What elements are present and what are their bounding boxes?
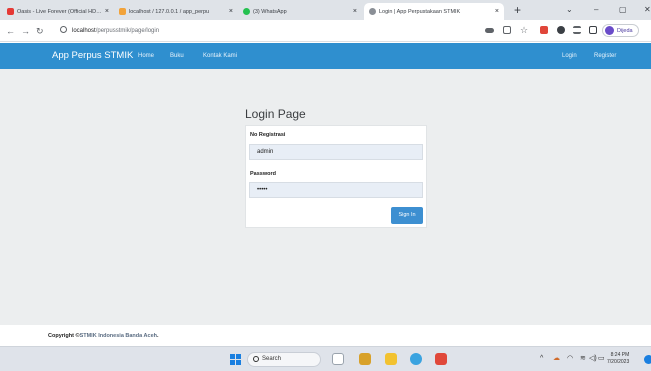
copyright-text: Copyright ©STMIK Indonesia Banda Aceh. [48, 332, 159, 340]
page-title: Login Page [245, 107, 306, 121]
close-icon[interactable]: × [105, 8, 109, 15]
username-label: No Registrasi [250, 132, 286, 138]
nav-kontak-kami[interactable]: Kontak Kami [203, 52, 237, 61]
copyright-suffix: . [156, 333, 159, 339]
close-icon[interactable]: × [495, 8, 499, 15]
profile-button[interactable]: Dijeda [602, 24, 639, 37]
taskbar-clock[interactable]: 8:24 PM 7/20/2023 [607, 352, 629, 366]
sync-icon[interactable]: ◠ [567, 354, 573, 364]
username-input[interactable]: admin [249, 144, 423, 160]
url-host: localhost [72, 28, 96, 34]
whatsapp-icon [243, 8, 250, 15]
nav-register[interactable]: Register [594, 52, 616, 61]
share-icon[interactable] [503, 26, 511, 34]
login-form: No Registrasi admin Password ••••• Sign … [245, 125, 427, 228]
forward-icon[interactable]: → [21, 25, 30, 37]
tab-oasis-youtube[interactable]: Oasis - Live Forever (Official HD Re × [2, 3, 114, 20]
sidebar-icon[interactable] [589, 26, 597, 34]
tab-title: (3) WhatsApp [253, 8, 287, 15]
browser-tab-strip: Oasis - Live Forever (Official HD Re × l… [0, 0, 651, 20]
password-label: Password [250, 171, 276, 177]
cloud-icon[interactable]: ☁ [553, 354, 560, 364]
close-icon[interactable]: × [353, 8, 357, 15]
footer: Copyright ©STMIK Indonesia Banda Aceh. [0, 325, 651, 346]
notification-icon[interactable] [644, 355, 651, 364]
task-view-icon[interactable] [332, 353, 344, 365]
screen: Oasis - Live Forever (Official HD Re × l… [0, 0, 651, 371]
battery-icon[interactable]: ▭ [598, 354, 605, 364]
app-navbar: App Perpus STMIK Home Buku Kontak Kami L… [0, 43, 651, 69]
reload-icon[interactable]: ↻ [36, 25, 44, 37]
phpmyadmin-icon [119, 8, 126, 15]
volume-icon[interactable]: ◁) [589, 354, 597, 364]
tray-chevron-icon[interactable]: ^ [540, 354, 543, 364]
tab-whatsapp[interactable]: (3) WhatsApp × [238, 3, 362, 20]
nav-login[interactable]: Login [562, 52, 577, 61]
profile-label: Dijeda [617, 27, 633, 34]
browser-toolbar: ← → ↻ localhost/perpusstmik/page/login ☆… [0, 20, 651, 42]
copyright-org: STMIK Indonesia Banda Aceh [79, 333, 157, 339]
bookmark-star-icon[interactable]: ☆ [520, 26, 528, 35]
sublime-text-icon[interactable] [359, 353, 371, 365]
nav-home[interactable]: Home [138, 52, 154, 61]
password-input[interactable]: ••••• [249, 182, 423, 198]
search-icon [253, 356, 259, 362]
site-info-icon[interactable] [60, 26, 67, 33]
wifi-icon[interactable]: ≋ [580, 354, 586, 364]
url-path: /perpusstmik/page/login [95, 28, 160, 34]
tab-login-active[interactable]: Login | App Perpustakaan STMIK × [364, 3, 504, 20]
close-icon[interactable]: × [229, 8, 233, 15]
taskbar-search[interactable]: Search [247, 352, 321, 367]
copyright-prefix: Copyright © [48, 333, 80, 339]
tab-title: localhost / 127.0.0.1 / app_perpu [129, 8, 210, 15]
minimize-icon[interactable]: – [594, 3, 598, 17]
clock-time: 8:24 PM [610, 352, 630, 358]
new-tab-button[interactable]: + [514, 2, 521, 18]
close-window-icon[interactable]: ✕ [644, 3, 651, 17]
search-label: Search [262, 356, 282, 362]
xampp-icon[interactable] [435, 353, 447, 365]
address-bar[interactable]: localhost/perpusstmik/page/login [60, 26, 159, 36]
tab-phpmyadmin[interactable]: localhost / 127.0.0.1 / app_perpu × [114, 3, 238, 20]
back-icon[interactable]: ← [6, 25, 15, 37]
avatar [605, 26, 614, 35]
key-icon[interactable] [485, 28, 494, 33]
tab-title: Login | App Perpustakaan STMIK [379, 8, 461, 15]
tab-title: Oasis - Live Forever (Official HD Re [17, 8, 102, 15]
reading-list-icon[interactable] [573, 26, 581, 34]
nav-buku[interactable]: Buku [170, 52, 184, 61]
taskbar: Search ^ ☁ ◠ ≋ ◁) ▭ 8:24 PM 7/20/2023 [0, 346, 651, 371]
clock-date: 7/20/2023 [607, 359, 630, 365]
windows-start-icon[interactable] [230, 354, 241, 365]
extension-icon[interactable] [540, 26, 548, 34]
puzzle-extensions-icon[interactable] [557, 26, 565, 34]
sign-in-button[interactable]: Sign In [391, 207, 423, 224]
app-brand[interactable]: App Perpus STMIK [52, 49, 133, 63]
tab-search-icon[interactable]: ⌄ [566, 3, 573, 17]
chrome-icon[interactable] [410, 353, 422, 365]
youtube-icon [7, 8, 14, 15]
maximize-icon[interactable]: ▢ [619, 3, 627, 17]
globe-icon [369, 8, 376, 15]
file-explorer-icon[interactable] [385, 353, 397, 365]
